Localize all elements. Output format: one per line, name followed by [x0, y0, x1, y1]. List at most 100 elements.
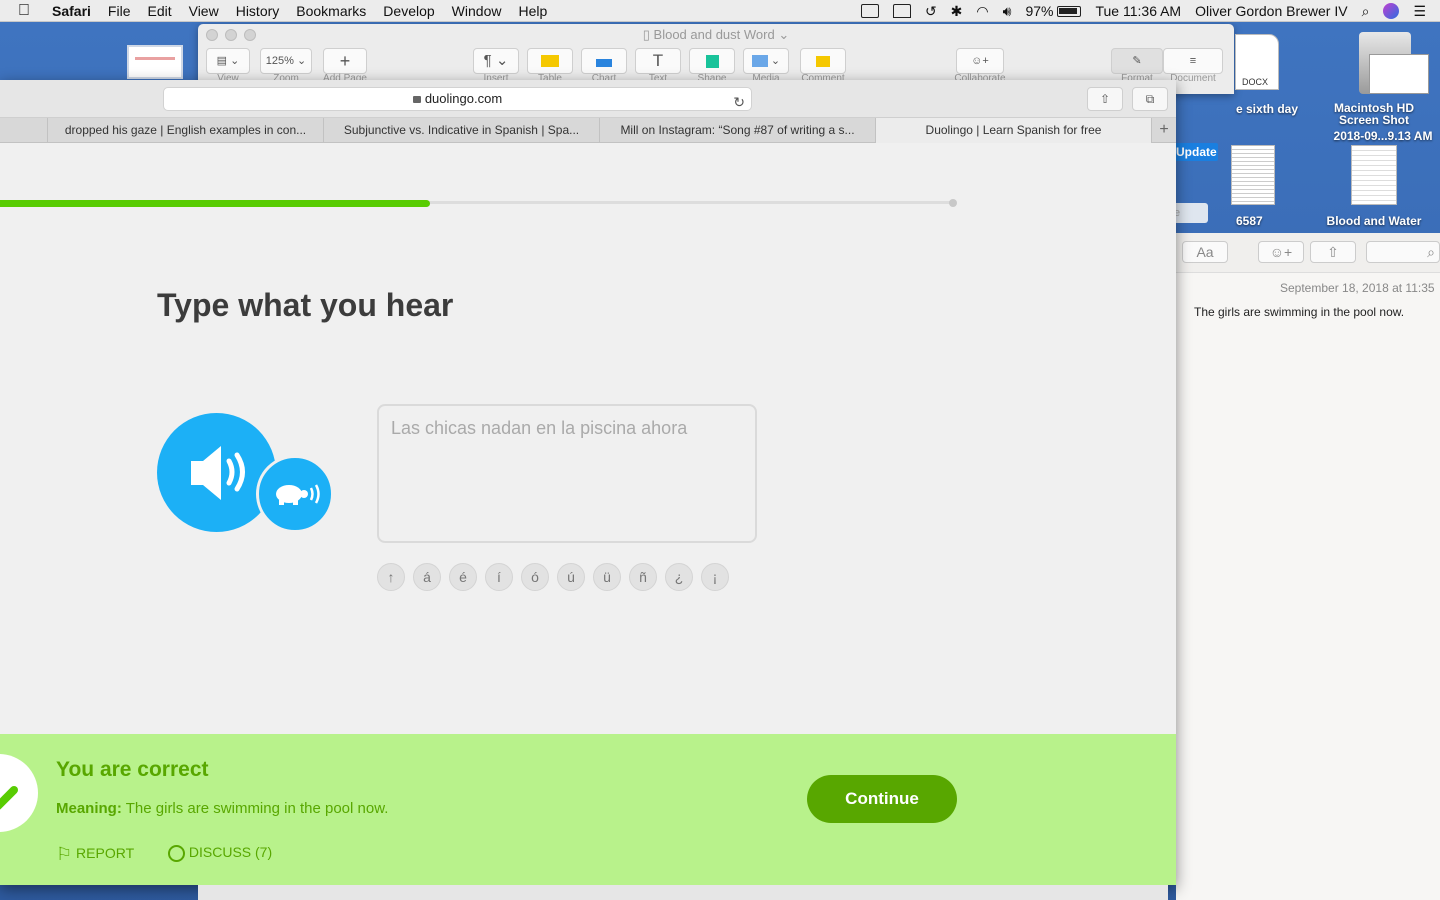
menu-history[interactable]: History — [236, 3, 280, 19]
flag-icon: ⚐ — [56, 844, 73, 864]
key-o-acute[interactable]: ó — [521, 563, 549, 591]
address-bar[interactable]: duolingo.com ↻ — [163, 87, 752, 111]
tab-instagram[interactable]: Mill on Instagram: “Song #87 of writing … — [600, 118, 876, 143]
font-button[interactable]: Aa — [1182, 241, 1228, 263]
update-button[interactable]: Update — [1172, 143, 1218, 161]
new-tab-button[interactable]: + — [1152, 118, 1176, 143]
macintosh-hd-icon[interactable] — [1330, 32, 1440, 94]
table-button[interactable] — [527, 48, 573, 74]
result-title: You are correct — [56, 758, 209, 781]
key-u-acute[interactable]: ú — [557, 563, 585, 591]
notification-center-icon[interactable]: ☰ — [1413, 3, 1426, 20]
comment-button[interactable] — [800, 48, 846, 74]
blood-water-label[interactable]: Blood and Water — [1318, 214, 1430, 228]
menu-bookmarks[interactable]: Bookmarks — [296, 3, 366, 19]
meaning-line: Meaning: The girls are swimming in the p… — [56, 800, 388, 817]
key-u-umlaut[interactable]: ü — [593, 563, 621, 591]
battery-percent[interactable]: 97% — [1025, 3, 1053, 19]
media-icon — [751, 55, 768, 68]
doc-6587-icon[interactable] — [1230, 145, 1276, 205]
discuss-button[interactable]: DISCUSS (7) — [168, 844, 272, 862]
collaborate-button[interactable]: ☺+ — [956, 48, 1004, 74]
pages-window-title[interactable]: ▯ Blood and dust Word ⌄ — [198, 27, 1234, 43]
add-page-button[interactable]: + — [323, 48, 367, 74]
zoom-value: 125% — [265, 55, 294, 67]
note-body[interactable]: The girls are swimming in the pool now. — [1194, 305, 1404, 319]
partial-field: e — [1172, 203, 1208, 223]
tab-bar: dropped his gaze | English examples in c… — [0, 118, 1176, 143]
siri-icon[interactable] — [1383, 3, 1400, 19]
doc-6587-label[interactable]: 6587 — [1236, 214, 1276, 228]
key-shift[interactable]: ↑ — [377, 563, 405, 591]
airplay-icon[interactable] — [892, 4, 911, 18]
docx-file-icon[interactable]: DOCX — [1232, 34, 1282, 90]
progress-end-dot — [949, 199, 957, 207]
shape-icon — [705, 54, 719, 68]
key-inverted-question[interactable]: ¿ — [665, 563, 693, 591]
key-n-tilde[interactable]: ñ — [629, 563, 657, 591]
check-icon — [0, 754, 38, 832]
apple-menu-icon[interactable]:  — [18, 2, 38, 20]
key-e-acute[interactable]: é — [449, 563, 477, 591]
screenshot-date[interactable]: 2018-09...9.13 AM — [1326, 129, 1440, 143]
shape-button[interactable] — [689, 48, 735, 74]
notes-search-icon[interactable]: ⌕ — [1366, 241, 1440, 263]
chart-button[interactable] — [581, 48, 627, 74]
text-button[interactable]: T — [635, 48, 681, 74]
notes-toolbar: Aa ☺+ ⇧ ⌕ — [1176, 233, 1440, 273]
continue-button[interactable]: Continue — [807, 775, 957, 823]
sixth-day-label[interactable]: e sixth day — [1236, 102, 1306, 116]
key-a-acute[interactable]: á — [413, 563, 441, 591]
blood-water-icon[interactable] — [1350, 145, 1398, 205]
user-name[interactable]: Oliver Gordon Brewer IV — [1195, 3, 1348, 19]
key-inverted-exclamation[interactable]: ¡ — [701, 563, 729, 591]
answer-textarea[interactable]: Las chicas nadan en la piscina ahora — [377, 404, 757, 543]
menu-develop[interactable]: Develop — [383, 3, 434, 19]
bluetooth-icon[interactable]: ✱ — [951, 3, 963, 20]
wifi-icon[interactable]: ◠ — [976, 3, 988, 20]
tab-overflow[interactable] — [0, 118, 48, 143]
document-button[interactable]: ≡ — [1163, 48, 1223, 74]
safari-window: duolingo.com ↻ ⇧ ⧉ dropped his gaze | En… — [0, 80, 1176, 885]
menu-view[interactable]: View — [189, 3, 219, 19]
zoom-select[interactable]: 125% ⌄ — [260, 48, 312, 74]
clock[interactable]: Tue 11:36 AM — [1095, 3, 1181, 19]
safari-toolbar: duolingo.com ↻ ⇧ ⧉ — [0, 80, 1176, 118]
drive-graphic — [1359, 32, 1429, 94]
menu-help[interactable]: Help — [518, 3, 547, 19]
special-characters: ↑ á é í ó ú ü ñ ¿ ¡ — [377, 563, 729, 591]
tab-duolingo[interactable]: Duolingo | Learn Spanish for free — [876, 118, 1152, 143]
media-button[interactable]: ⌄ — [743, 48, 789, 74]
url-text: duolingo.com — [424, 91, 503, 106]
share-button[interactable]: ⇧ — [1087, 87, 1123, 111]
screen-record-icon[interactable] — [860, 4, 879, 18]
speech-bubble-icon — [168, 844, 185, 862]
menu-window[interactable]: Window — [452, 3, 502, 19]
reload-icon[interactable]: ↻ — [733, 91, 745, 113]
spotlight-search-icon[interactable]: ⌕ — [1362, 3, 1370, 20]
menu-edit[interactable]: Edit — [147, 3, 171, 19]
comment-icon — [816, 55, 830, 67]
table-icon — [541, 55, 559, 68]
insert-button[interactable]: ¶ ⌄ — [473, 48, 519, 74]
key-i-acute[interactable]: í — [485, 563, 513, 591]
battery-icon[interactable] — [1057, 5, 1082, 17]
format-button[interactable]: ✎ — [1111, 48, 1163, 74]
pages-title-text: Blood and dust Word — [653, 27, 775, 42]
share-icon[interactable]: ⇧ — [1310, 241, 1356, 263]
macintosh-hd-label[interactable]: Macintosh HD Screen Shot — [1322, 102, 1426, 126]
result-banner: You are correct Meaning: The girls are s… — [0, 734, 1176, 885]
tab-dropped-gaze[interactable]: dropped his gaze | English examples in c… — [48, 118, 324, 143]
tab-subjunctive[interactable]: Subjunctive vs. Indicative in Spanish | … — [324, 118, 600, 143]
note-date: September 18, 2018 at 11:35 — [1280, 281, 1435, 295]
time-machine-icon[interactable]: ↺ — [925, 3, 937, 20]
slow-audio-button[interactable] — [256, 455, 334, 533]
collaborate-icon[interactable]: ☺+ — [1258, 241, 1304, 263]
window-thumbnail[interactable] — [127, 45, 183, 79]
report-button[interactable]: ⚐ REPORT — [56, 844, 134, 865]
volume-icon[interactable]: 🔊︎ — [1003, 3, 1012, 20]
menu-file[interactable]: File — [108, 3, 131, 19]
show-tabs-button[interactable]: ⧉ — [1132, 87, 1168, 111]
view-button[interactable]: ▤ ⌄ — [206, 48, 250, 74]
menu-app-safari[interactable]: Safari — [52, 3, 91, 19]
